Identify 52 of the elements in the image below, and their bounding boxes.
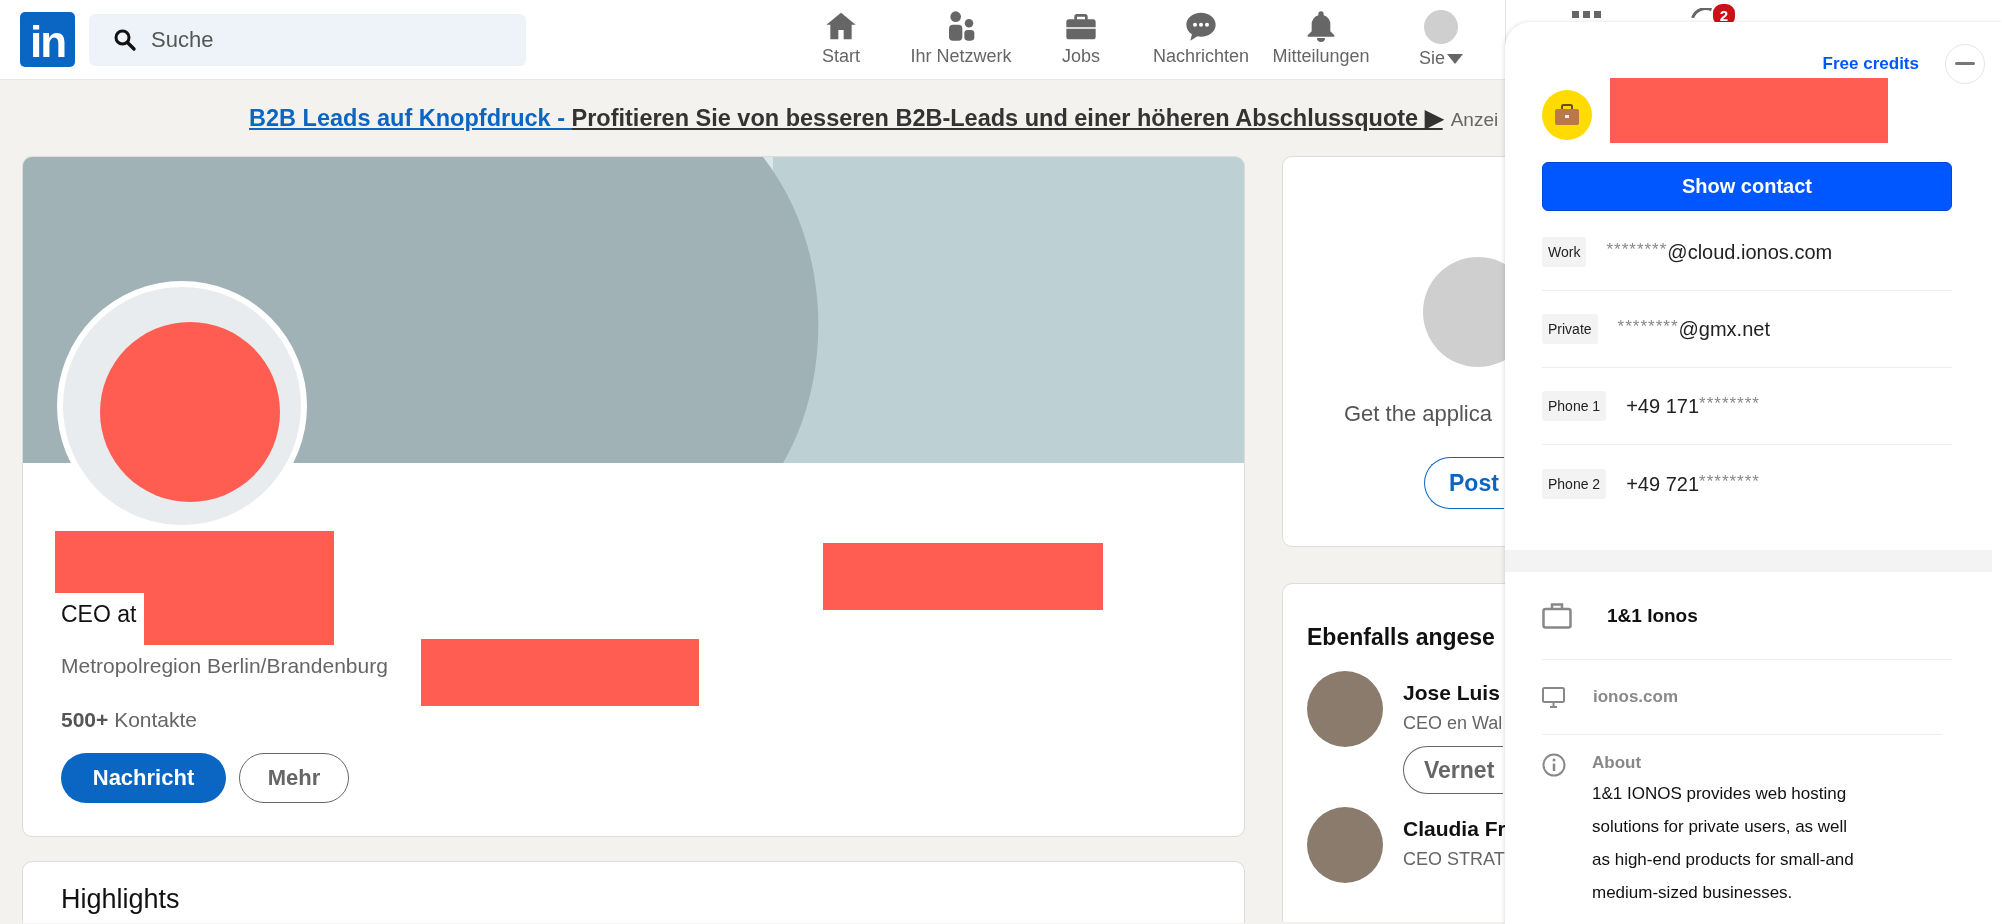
person-headline: CEO STRAT: [1403, 849, 1505, 870]
person-headline: CEO en Wal: [1403, 713, 1503, 734]
show-contact-button[interactable]: Show contact: [1542, 162, 1952, 211]
logo[interactable]: in: [20, 12, 75, 67]
nav-item[interactable]: Nachrichten: [1141, 10, 1261, 69]
website-link[interactable]: ionos.com: [1593, 687, 1678, 707]
connect-button[interactable]: Vernet: [1403, 746, 1503, 794]
more-button[interactable]: Mehr: [239, 753, 349, 803]
headline: CEO at: [61, 600, 137, 629]
contact-value: +49 171$^{********}$: [1626, 394, 1760, 418]
nav-item[interactable]: Sie: [1381, 10, 1501, 69]
contact-label: Work: [1542, 237, 1587, 267]
search-field[interactable]: Suche: [89, 13, 526, 66]
person-name[interactable]: Claudia Fr: [1403, 817, 1506, 841]
post-button[interactable]: Post: [1424, 457, 1504, 509]
ad-link[interactable]: B2B Leads auf Knopfdruck -: [249, 105, 572, 131]
monitor-icon: [1542, 686, 1565, 708]
contact-value: $^{********}$@gmx.net: [1617, 317, 1770, 341]
location: Metropolregion Berlin/Brandenburg: [61, 653, 388, 679]
about-label: About: [1592, 753, 1643, 773]
person-name[interactable]: Jose Luis: [1403, 681, 1500, 705]
message-button[interactable]: Nachricht: [61, 753, 226, 803]
home-icon: [824, 10, 858, 42]
minimize-button[interactable]: [1945, 44, 1985, 84]
briefcase-icon: [1542, 602, 1572, 629]
connections-count: 500+ Kontakte: [61, 707, 198, 733]
section-title: Ebenfalls angese: [1307, 624, 1496, 651]
briefcase-icon: [1554, 104, 1580, 126]
about-text: 1&1 IONOS provides web hosting solutions for private users, as well as high-end products for small-and medium-sized businesses.: [1592, 783, 1855, 904]
credits-link[interactable]: Free credits: [1822, 54, 1919, 74]
contact-label: Private: [1542, 314, 1598, 344]
minus-icon: [1955, 62, 1975, 66]
company-name: 1&1 Ionos: [1607, 604, 1698, 627]
arc-icon: [1691, 8, 1713, 18]
grid-icon: [1572, 11, 1601, 18]
contact-label: Phone 2: [1542, 468, 1607, 499]
avatar-photo: [1424, 10, 1458, 44]
ad-text: B2B Leads auf Knopfdruck - Profitieren Sie von besseren B2B-Leads und einer höheren Abschlussquote ▶: [249, 104, 1443, 132]
nav-item[interactable]: Jobs: [1021, 10, 1141, 69]
nav-item[interactable]: Mitteilungen: [1261, 10, 1381, 69]
section-title: Highlights: [61, 884, 180, 914]
caret-icon: [1447, 53, 1463, 64]
nav-item[interactable]: Ihr Netzwerk: [901, 10, 1021, 69]
promo-text: Get the applica: [1344, 401, 1492, 427]
nav-item[interactable]: Start: [781, 10, 901, 69]
contact-label: Phone 1: [1542, 391, 1607, 421]
speech-bubble-icon: [1184, 10, 1218, 42]
ad-label: Anzei: [1450, 109, 1499, 131]
info-icon: [1542, 753, 1566, 777]
contact-value: +49 721$^{********}$: [1626, 471, 1760, 496]
search-icon: [113, 27, 137, 52]
contact-value: $^{********}$@cloud.ionos.com: [1606, 240, 1833, 264]
